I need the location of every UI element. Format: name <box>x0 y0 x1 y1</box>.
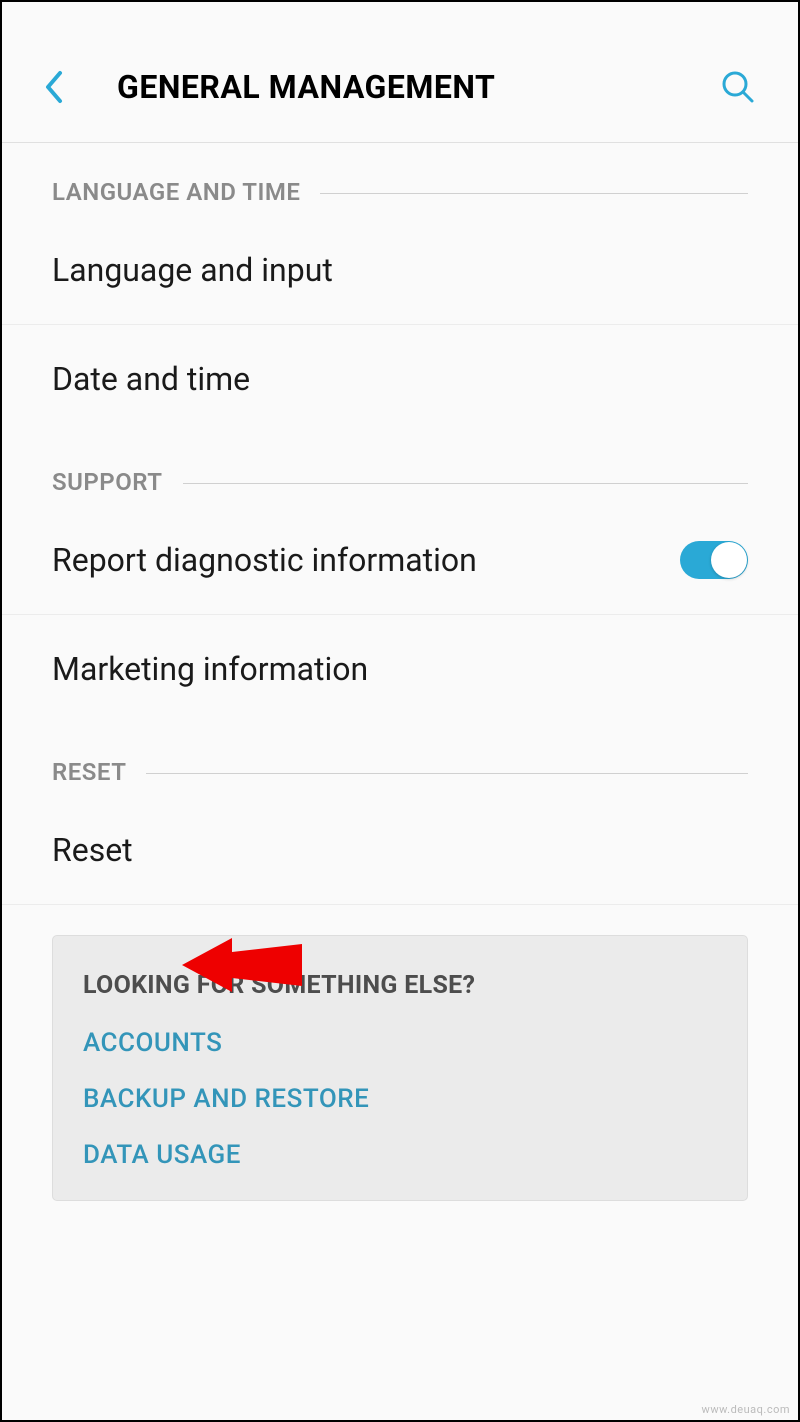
item-label: Date and time <box>52 360 748 398</box>
toggle-knob <box>711 542 747 578</box>
item-report-diagnostic[interactable]: Report diagnostic information <box>2 506 798 615</box>
section-header-reset: RESET <box>2 723 798 796</box>
item-label: Language and input <box>52 251 748 289</box>
section-header-label: RESET <box>52 758 126 786</box>
section-header-support: SUPPORT <box>2 433 798 506</box>
divider <box>146 773 748 774</box>
item-date-and-time[interactable]: Date and time <box>2 325 798 433</box>
item-label: Reset <box>52 831 748 869</box>
page-title: GENERAL MANAGEMENT <box>117 68 718 106</box>
item-reset[interactable]: Reset <box>2 796 798 905</box>
divider <box>320 193 748 194</box>
footer-title: LOOKING FOR SOMETHING ELSE? <box>83 971 717 1000</box>
link-backup-and-restore[interactable]: BACKUP AND RESTORE <box>83 1084 717 1114</box>
item-language-and-input[interactable]: Language and input <box>2 216 798 325</box>
item-marketing-information[interactable]: Marketing information <box>2 615 798 723</box>
toggle-report-diagnostic[interactable] <box>680 541 748 579</box>
search-button[interactable] <box>718 67 758 107</box>
footer-suggestions-box: LOOKING FOR SOMETHING ELSE? ACCOUNTS BAC… <box>52 935 748 1201</box>
section-header-label: SUPPORT <box>52 468 163 496</box>
item-label: Report diagnostic information <box>52 541 680 579</box>
back-button[interactable] <box>42 67 82 107</box>
link-accounts[interactable]: ACCOUNTS <box>83 1028 717 1058</box>
section-header-label: LANGUAGE AND TIME <box>52 178 300 206</box>
section-header-language-time: LANGUAGE AND TIME <box>2 143 798 216</box>
link-data-usage[interactable]: DATA USAGE <box>83 1140 717 1170</box>
divider <box>183 483 748 484</box>
item-label: Marketing information <box>52 650 748 688</box>
watermark: www.deuaq.com <box>702 1403 790 1416</box>
chevron-left-icon <box>42 69 64 105</box>
header-bar: GENERAL MANAGEMENT <box>2 47 798 143</box>
settings-content: LANGUAGE AND TIME Language and input Dat… <box>2 143 798 1201</box>
search-icon <box>720 69 756 105</box>
